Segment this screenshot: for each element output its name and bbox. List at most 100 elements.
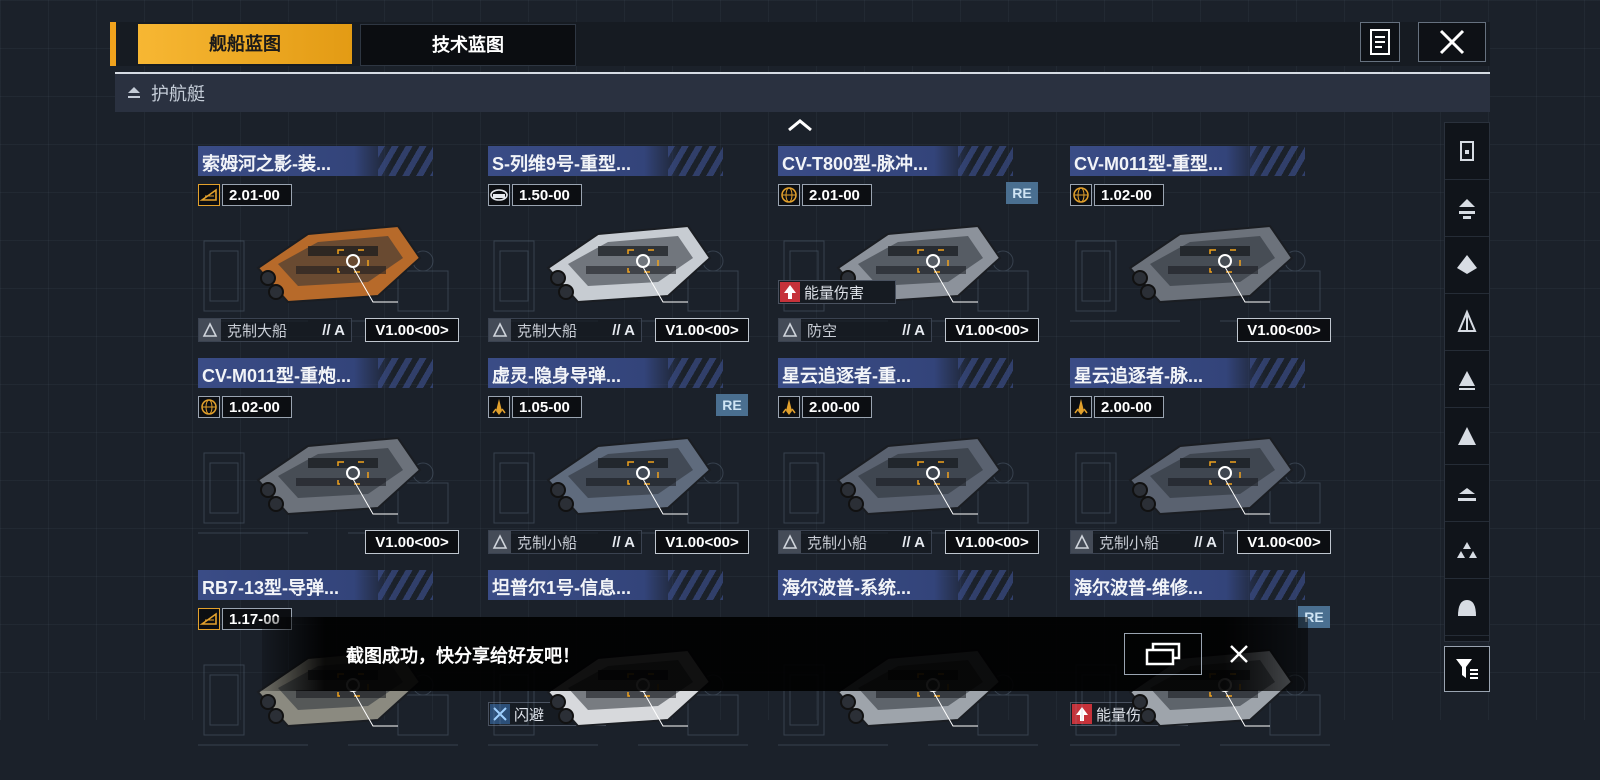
energy-damage-icon: [779, 281, 801, 303]
globe-icon: [198, 396, 220, 418]
cost-value: 2.00-00: [802, 396, 872, 418]
ship-model-image: [828, 418, 1008, 528]
rail-item[interactable]: [1445, 465, 1489, 522]
counter-label: 防空: [807, 322, 838, 340]
trait-label: 能量伤害: [804, 284, 865, 302]
tri-badge-icon: [198, 184, 220, 206]
notes-icon: [1370, 29, 1390, 55]
fighter-class-icon: [1458, 427, 1476, 445]
escort-class-icon: [128, 87, 140, 98]
category-label: 护航艇: [151, 84, 205, 104]
ship-card[interactable]: CV-M011型-重型... 1.02-00 V1.00<00>: [1070, 146, 1331, 346]
counter-icon: [1071, 531, 1093, 553]
rocket-icon: [488, 396, 510, 418]
counter-label: 克制小船: [807, 534, 868, 552]
counter-icon: [779, 319, 801, 341]
counter-tag: 防空 // A: [778, 318, 932, 342]
ship-name: 星云追逐者-重...: [782, 366, 911, 386]
rail-item[interactable]: [1445, 579, 1489, 636]
cruiser-class-icon: [1457, 255, 1477, 274]
ship-model-image: [538, 206, 718, 316]
grade-label: // A: [612, 321, 635, 339]
tab-tech-blueprints[interactable]: 技术蓝图: [360, 24, 576, 66]
counter-label: 克制大船: [227, 322, 288, 340]
tri-badge-icon: [198, 608, 220, 630]
ship-cost: 1.02-00: [1070, 184, 1164, 206]
top-tab-bar: 舰船蓝图 技术蓝图: [110, 22, 1490, 66]
re-badge: RE: [716, 394, 748, 416]
globe-icon: [1070, 184, 1092, 206]
version-label: V1.00<00>: [655, 318, 749, 342]
ship-cost: 2.00-00: [778, 396, 872, 418]
ship-card[interactable]: S-列维9号-重型... 1.50-00 克制大船 // A V1.00<00>: [488, 146, 749, 346]
grade-label: // A: [902, 533, 925, 551]
counter-tag: 克制小船 // A: [488, 530, 642, 554]
counter-icon: [779, 531, 801, 553]
toast-close-button[interactable]: [1224, 639, 1254, 669]
counter-label: 克制小船: [517, 534, 578, 552]
ship-card[interactable]: 星云追逐者-脉... 2.00-00 能量伤害 克制小船// A V1.00<00>: [1070, 358, 1331, 726]
ship-cost: 2.01-00: [778, 184, 872, 206]
ship-model-image: [538, 418, 718, 528]
ship-cost: 2.00-00: [1070, 396, 1164, 418]
ship-cost: 2.01-00: [198, 184, 292, 206]
cost-value: 2.01-00: [802, 184, 872, 206]
rail-item[interactable]: [1445, 522, 1489, 579]
ship-model-image: [248, 206, 428, 316]
scroll-up-icon[interactable]: [786, 118, 814, 132]
version-label: V1.00<00>: [365, 318, 459, 342]
version-label: V1.00<00>: [1237, 530, 1331, 554]
rocket-icon: [1070, 396, 1092, 418]
ship-name: 坦普尔1号-信息...: [492, 578, 632, 598]
ship-cost: 1.05-00: [488, 396, 582, 418]
close-button[interactable]: [1418, 22, 1486, 62]
ship-name: CV-M011型-重炮...: [202, 366, 352, 386]
rail-item[interactable]: [1445, 294, 1489, 351]
counter-tag: 克制小船 // A: [778, 530, 932, 554]
version-label: V1.00<00>: [655, 530, 749, 554]
cluster-class-icon: [1457, 542, 1477, 558]
ship-card[interactable]: 索姆河之影-装... 2.01-00 克制大船 // A V1.00<00>: [198, 146, 459, 346]
version-label: V1.00<00>: [945, 530, 1039, 554]
counter-icon: [489, 531, 511, 553]
ship-card[interactable]: CV-T800型-脉冲... 2.01-00 RE 能量伤害 防空 // A V1.00<0…: [778, 146, 1039, 346]
frigate-class-icon: [1460, 141, 1474, 161]
rail-item[interactable]: [1445, 123, 1489, 180]
ship-name: 索姆河之影-装...: [202, 154, 331, 174]
counter-label: 克制小船: [1099, 534, 1160, 552]
cost-value: 1.02-00: [222, 396, 292, 418]
cost-value: 1.05-00: [512, 396, 582, 418]
counter-icon: [199, 319, 221, 341]
rail-item[interactable]: [1445, 351, 1489, 408]
wheel-icon: [488, 184, 510, 206]
version-label: V1.00<00>: [365, 530, 459, 554]
ship-card[interactable]: 星云追逐者-重... 2.00-00 克制小船 // A V1.00<00>: [778, 358, 1039, 558]
rail-item[interactable]: [1445, 180, 1489, 237]
counter-tag: 克制大船 // A: [488, 318, 642, 342]
counter-tag: 克制小船 // A: [1070, 530, 1224, 554]
rocket-icon: [778, 396, 800, 418]
close-icon: [1439, 29, 1465, 55]
tab-ship-blueprints[interactable]: 舰船蓝图: [138, 24, 352, 64]
rail-item[interactable]: [1445, 237, 1489, 294]
close-icon: [1230, 645, 1248, 663]
rail-item[interactable]: [1445, 408, 1489, 465]
cost-value: 2.00-00: [1094, 396, 1164, 418]
ship-name: 海尔波普-维修...: [1074, 578, 1203, 598]
counter-tag: 克制大船 // A: [198, 318, 352, 342]
grade-label: // A: [322, 321, 345, 339]
notes-button[interactable]: [1360, 22, 1400, 62]
cost-value: 1.50-00: [512, 184, 582, 206]
filter-button[interactable]: [1444, 646, 1490, 692]
share-button[interactable]: [1124, 633, 1202, 675]
ship-name: 虚灵-隐身导弹...: [492, 366, 621, 386]
ship-card[interactable]: 虚灵-隐身导弹... 1.05-00 RE 闪避 克制小船// A V1.00<00>: [488, 358, 749, 726]
ship-name: CV-M011型-重型...: [1074, 154, 1224, 174]
category-bar[interactable]: 护航艇: [115, 72, 1490, 112]
screenshot-toast: 截图成功，快分享给好友吧！: [262, 617, 1308, 691]
version-label: V1.00<00>: [945, 318, 1039, 342]
ship-cost: 1.50-00: [488, 184, 582, 206]
ship-card[interactable]: CV-M011型-重炮... 1.02-00 V1.00<00>: [198, 358, 459, 558]
ship-name: RB7-13型-导弹...: [202, 578, 340, 598]
cost-value: 2.01-00: [222, 184, 292, 206]
